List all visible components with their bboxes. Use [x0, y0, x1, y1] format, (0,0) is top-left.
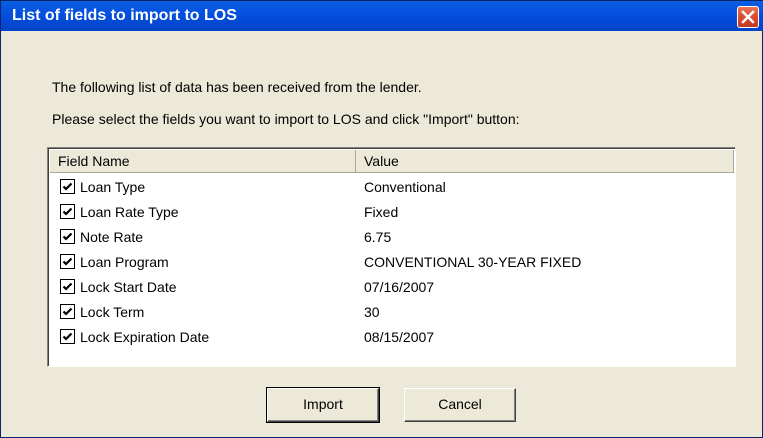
- value-cell: 6.75: [364, 229, 392, 245]
- checkmark-icon: [62, 307, 73, 316]
- checkmark-icon: [62, 232, 73, 241]
- checkmark-icon: [62, 332, 73, 341]
- checkmark-icon: [62, 182, 73, 191]
- list-header: Field Name Value: [50, 150, 734, 173]
- list-row[interactable]: Lock Expiration Date 08/15/2007: [50, 325, 734, 350]
- column-header-value[interactable]: Value: [356, 150, 734, 172]
- field-name-cell: Lock Term: [80, 304, 145, 320]
- field-name-cell: Lock Expiration Date: [80, 329, 210, 345]
- value-cell: Conventional: [364, 179, 446, 195]
- import-button[interactable]: Import: [266, 387, 380, 423]
- import-fields-dialog: List of fields to import to LOS The foll…: [0, 0, 763, 438]
- title-bar[interactable]: List of fields to import to LOS: [1, 1, 763, 31]
- list-row[interactable]: Loan Rate Type Fixed: [50, 200, 734, 225]
- intro-text-line1: The following list of data has been rece…: [52, 79, 422, 95]
- cancel-button[interactable]: Cancel: [404, 388, 516, 422]
- list-row[interactable]: Note Rate 6.75: [50, 225, 734, 250]
- checkmark-icon: [62, 282, 73, 291]
- value-cell: 08/15/2007: [364, 329, 435, 345]
- list-row[interactable]: Loan Program CONVENTIONAL 30-YEAR FIXED: [50, 250, 734, 275]
- close-icon: [741, 10, 755, 24]
- field-name-cell: Lock Start Date: [80, 279, 177, 295]
- row-checkbox[interactable]: [60, 279, 75, 294]
- value-cell: Fixed: [364, 204, 399, 220]
- field-name-cell: Loan Program: [80, 254, 169, 270]
- list-row[interactable]: Loan Type Conventional: [50, 175, 734, 200]
- row-checkbox[interactable]: [60, 304, 75, 319]
- window-title: List of fields to import to LOS: [12, 7, 237, 24]
- close-button[interactable]: [737, 6, 759, 28]
- value-cell: CONVENTIONAL 30-YEAR FIXED: [364, 254, 582, 270]
- value-cell: 30: [364, 304, 380, 320]
- row-checkbox[interactable]: [60, 179, 75, 194]
- list-row[interactable]: Lock Term 30: [50, 300, 734, 325]
- row-checkbox[interactable]: [60, 329, 75, 344]
- column-header-field-name[interactable]: Field Name: [50, 150, 356, 172]
- field-name-cell: Note Rate: [80, 229, 144, 245]
- field-name-cell: Loan Type: [80, 179, 146, 195]
- row-checkbox[interactable]: [60, 254, 75, 269]
- row-checkbox[interactable]: [60, 204, 75, 219]
- value-cell: 07/16/2007: [364, 279, 435, 295]
- fields-list[interactable]: Field Name Value Loan Type Conventional …: [47, 147, 736, 367]
- field-name-cell: Loan Rate Type: [80, 204, 179, 220]
- checkmark-icon: [62, 207, 73, 216]
- intro-text-line2: Please select the fields you want to imp…: [52, 111, 520, 127]
- row-checkbox[interactable]: [60, 229, 75, 244]
- checkmark-icon: [62, 257, 73, 266]
- list-row[interactable]: Lock Start Date 07/16/2007: [50, 275, 734, 300]
